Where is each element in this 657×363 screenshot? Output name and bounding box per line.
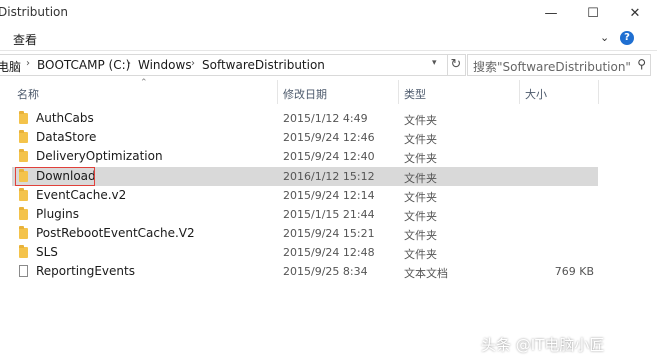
maximize-icon: ☐ <box>587 5 599 21</box>
minimize-icon: — <box>544 5 558 21</box>
column-header-type[interactable]: 类型 <box>404 86 426 102</box>
folder-icon <box>19 245 28 258</box>
file-date: 2015/1/12 4:49 <box>283 112 368 125</box>
chevron-down-icon[interactable]: ⌄ <box>600 31 609 44</box>
column-header-size[interactable]: 大小 <box>525 86 547 102</box>
file-date: 2015/9/24 12:48 <box>283 246 375 259</box>
breadcrumb-windows[interactable]: Windows <box>138 58 192 72</box>
search-placeholder: 搜索"SoftwareDistribution" <box>473 60 631 74</box>
help-icon[interactable]: ? <box>620 31 634 45</box>
file-date: 2015/9/24 15:21 <box>283 227 375 240</box>
file-name: EventCache.v2 <box>36 188 127 202</box>
file-row-selected[interactable]: Download 2016/1/12 15:12 文件夹 <box>12 167 598 186</box>
file-date: 2016/1/12 15:12 <box>283 170 375 183</box>
search-input[interactable]: 搜索"SoftwareDistribution" ⚲ <box>467 54 651 76</box>
text-document-icon <box>19 265 28 277</box>
tab-view[interactable]: 查看 <box>13 31 37 48</box>
annotation-highlight-box <box>15 167 95 186</box>
file-name: AuthCabs <box>36 111 94 125</box>
file-type: 文件夹 <box>404 114 437 127</box>
maximize-button[interactable]: ☐ <box>578 4 608 22</box>
breadcrumb-drive[interactable]: BOOTCAMP (C:) <box>37 58 130 72</box>
file-row[interactable]: DeliveryOptimization 2015/9/24 12:40 文件夹 <box>12 147 598 166</box>
refresh-button[interactable]: ↻ <box>447 54 466 76</box>
minimize-button[interactable]: — <box>536 4 566 22</box>
folder-icon <box>19 207 28 220</box>
file-type: 文件夹 <box>404 152 437 165</box>
file-date: 2015/9/25 8:34 <box>283 265 368 278</box>
address-dropdown-icon[interactable]: ▾ <box>432 58 437 68</box>
file-row[interactable]: ReportingEvents 2015/9/25 8:34 文本文档 769 … <box>12 262 598 281</box>
folder-icon <box>19 130 28 143</box>
folder-icon <box>19 111 28 124</box>
file-name: ReportingEvents <box>36 264 135 278</box>
file-row[interactable]: AuthCabs 2015/1/12 4:49 文件夹 <box>12 109 598 128</box>
file-date: 2015/9/24 12:40 <box>283 150 375 163</box>
file-type: 文本文档 <box>404 267 448 280</box>
file-name: SLS <box>36 245 58 259</box>
file-name: PostRebootEventCache.V2 <box>36 226 195 240</box>
breadcrumb-separator-icon[interactable]: › <box>191 58 195 69</box>
column-divider[interactable] <box>598 80 599 104</box>
breadcrumb-separator-icon[interactable]: › <box>26 58 30 69</box>
file-row[interactable]: SLS 2015/9/24 12:48 文件夹 <box>12 243 598 262</box>
file-name: Plugins <box>36 207 79 221</box>
sort-ascending-icon: ⌃ <box>140 78 148 88</box>
breadcrumb-this-pc[interactable]: 电脑 <box>0 58 21 75</box>
file-name: DeliveryOptimization <box>36 149 163 163</box>
file-type: 文件夹 <box>404 133 437 146</box>
file-type: 文件夹 <box>404 172 437 185</box>
file-row[interactable]: PostRebootEventCache.V2 2015/9/24 15:21 … <box>12 224 598 243</box>
close-button[interactable]: ✕ <box>620 4 650 22</box>
file-date: 2015/1/15 21:44 <box>283 208 375 221</box>
title-bar: Distribution — ☐ ✕ <box>0 0 657 27</box>
ribbon: 查看 ⌄ ? <box>0 27 657 51</box>
watermark: 头条 @IT电脑小匠 <box>481 336 605 354</box>
file-row[interactable]: EventCache.v2 2015/9/24 12:14 文件夹 <box>12 186 598 205</box>
file-name: DataStore <box>36 130 97 144</box>
column-header-date[interactable]: 修改日期 <box>283 86 327 102</box>
file-size: 769 KB <box>554 265 594 278</box>
file-row[interactable]: DataStore 2015/9/24 12:46 文件夹 <box>12 128 598 147</box>
folder-icon <box>19 188 28 201</box>
file-type: 文件夹 <box>404 191 437 204</box>
column-divider[interactable] <box>277 80 278 104</box>
file-type: 文件夹 <box>404 229 437 242</box>
breadcrumb-separator-icon[interactable]: › <box>127 58 131 69</box>
address-bar[interactable]: 电脑 › BOOTCAMP (C:) › Windows › SoftwareD… <box>0 54 448 76</box>
file-row[interactable]: Plugins 2015/1/15 21:44 文件夹 <box>12 205 598 224</box>
close-icon: ✕ <box>629 5 641 21</box>
file-date: 2015/9/24 12:46 <box>283 131 375 144</box>
folder-icon <box>19 226 28 239</box>
breadcrumb-softwaredistribution[interactable]: SoftwareDistribution <box>202 58 325 72</box>
file-date: 2015/9/24 12:14 <box>283 189 375 202</box>
search-icon: ⚲ <box>637 57 646 71</box>
refresh-icon: ↻ <box>450 57 462 72</box>
window-title: Distribution <box>0 5 69 19</box>
column-divider[interactable] <box>398 80 399 104</box>
folder-icon <box>19 149 28 162</box>
file-type: 文件夹 <box>404 248 437 261</box>
file-type: 文件夹 <box>404 210 437 223</box>
column-divider[interactable] <box>519 80 520 104</box>
column-header-name[interactable]: 名称 <box>17 86 39 102</box>
